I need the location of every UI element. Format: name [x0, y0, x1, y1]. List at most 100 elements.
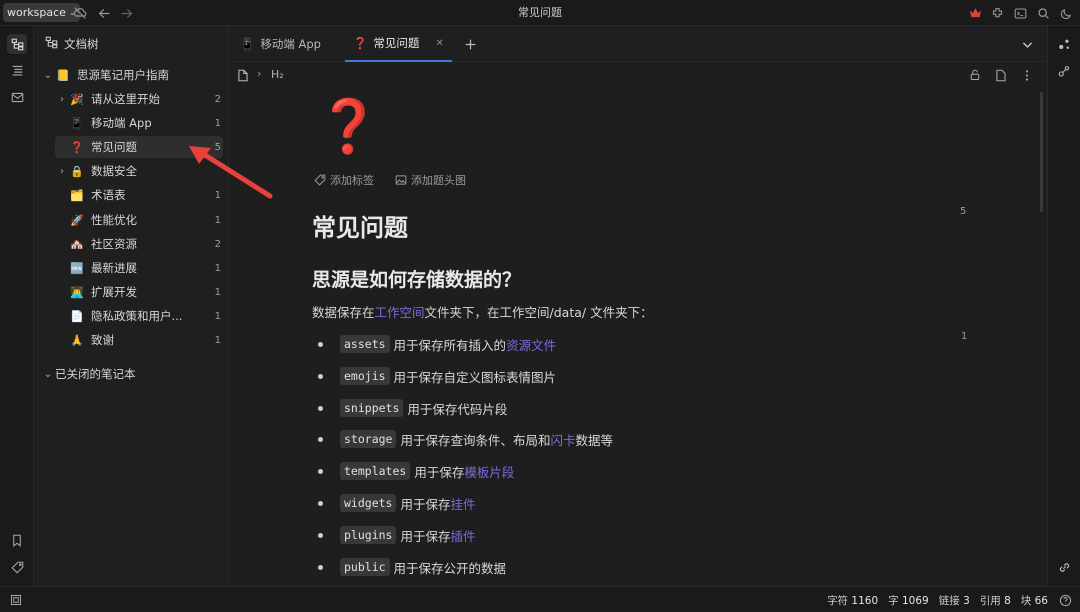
doc-info-icon[interactable]	[992, 66, 1010, 84]
forward-arrow-icon[interactable]	[117, 4, 135, 22]
tree-item-label: 最新进展	[91, 261, 137, 275]
dock-toggle-icon[interactable]	[7, 591, 25, 609]
stat-chars: 字符 1160	[827, 594, 879, 607]
list-link[interactable]: 资源文件	[506, 335, 556, 354]
list-link[interactable]: 闪卡	[550, 430, 575, 449]
tree-item-faq[interactable]: ❓ 常见问题 5	[55, 136, 223, 158]
bookmark-icon[interactable]	[7, 530, 27, 550]
chevron-down-icon[interactable]: ⌄	[41, 369, 55, 380]
ref-count-badge[interactable]: 1	[961, 331, 967, 342]
bullet[interactable]	[318, 468, 323, 474]
notebook-row[interactable]: ⌄ 📒 思源笔记用户指南	[41, 64, 223, 86]
list-item[interactable]: snippets 用于保存代码片段	[318, 397, 507, 419]
tree-item-latest[interactable]: 🆕 最新进展 1	[55, 257, 223, 279]
stat-blocks: 块 66	[1020, 594, 1048, 607]
bullet[interactable]	[318, 532, 323, 538]
list-text: 用于保存	[400, 496, 451, 512]
bullet[interactable]	[318, 341, 323, 347]
bullet[interactable]	[318, 500, 323, 506]
chevron-right-icon[interactable]: ›	[55, 94, 69, 105]
plugin-icon[interactable]	[988, 4, 1006, 22]
question-icon[interactable]: ❓	[316, 92, 381, 162]
chevron-down-icon[interactable]: ⌄	[41, 70, 55, 81]
workspace-link[interactable]: 工作空间	[375, 305, 425, 320]
closed-notebooks-row[interactable]: ⌄ 已关闭的笔记本	[41, 363, 223, 385]
add-tab-icon[interactable]	[461, 35, 479, 53]
tree-item-performance[interactable]: 🚀 性能优化 1	[55, 209, 223, 231]
tree-item-extension-dev[interactable]: 👨‍💻 扩展开发 1	[55, 281, 223, 303]
inbox-icon[interactable]	[7, 87, 27, 107]
doc-emoji-icon: 🆕	[70, 261, 84, 275]
crown-icon[interactable]	[966, 4, 984, 22]
bullet[interactable]	[318, 564, 323, 570]
theme-moon-icon[interactable]	[1057, 4, 1075, 22]
backlink-graph-icon[interactable]	[1054, 61, 1074, 81]
tree-item-label: 术语表	[91, 188, 126, 202]
list-item[interactable]: storage 用于保存查询条件、布局和 闪卡 数据等	[318, 428, 613, 450]
terminal-icon[interactable]	[1011, 4, 1029, 22]
add-tag-button[interactable]: 添加标签	[314, 172, 374, 188]
subdoc-count: 5	[214, 141, 221, 153]
link-icon[interactable]	[1054, 557, 1074, 577]
doc-emoji-icon: 📱	[70, 116, 84, 130]
document-title[interactable]: 常见问题	[312, 208, 408, 243]
list-item[interactable]: templates 用于保存 模板片段	[318, 460, 514, 482]
help-icon[interactable]	[1056, 591, 1074, 609]
outline-icon[interactable]	[7, 60, 27, 80]
list-text: 用于保存所有插入的	[393, 337, 507, 353]
top-bar: workspace ⌄ 常见问题	[0, 0, 1080, 26]
lock-icon[interactable]	[966, 66, 984, 84]
bullet[interactable]	[318, 373, 323, 379]
chevron-down-icon[interactable]	[1018, 35, 1036, 53]
list-link[interactable]: 挂件	[450, 494, 475, 513]
tab-faq[interactable]: ❓ 常见问题 ✕	[345, 26, 452, 62]
bullet[interactable]	[318, 405, 323, 411]
tab-mobile-app[interactable]: 📱 移动端 App	[236, 26, 325, 62]
document-icon[interactable]	[234, 66, 252, 84]
right-dock	[1047, 26, 1080, 586]
tree-item-thanks[interactable]: 🙏 致谢 1	[55, 329, 223, 351]
add-cover-button[interactable]: 添加题头图	[395, 172, 466, 188]
tree-item-community[interactable]: 🏘️ 社区资源 2	[55, 233, 223, 255]
list-item[interactable]: emojis 用于保存自定义图标表情图片	[318, 365, 556, 387]
list-link[interactable]: 插件	[450, 526, 475, 545]
list-tail: 数据等	[575, 432, 614, 448]
workspace-switcher[interactable]: workspace ⌄	[3, 3, 80, 22]
list-item[interactable]: widgets 用于保存 挂件	[318, 492, 476, 514]
subdoc-count: 1	[214, 117, 221, 129]
editor-scrollbar[interactable]	[1040, 92, 1043, 212]
editor[interactable]: ❓ 添加标签 添加题头图 常见问题 5 思源是如何存储数据的？ 数据保存在工作空…	[230, 88, 1046, 586]
heading-2[interactable]: 思源是如何存储数据的？	[312, 265, 521, 292]
list-item[interactable]: plugins 用于保存 插件	[318, 524, 476, 546]
tag-icon	[314, 174, 326, 186]
tree-item-mobile-app[interactable]: 📱 移动端 App 1	[55, 112, 223, 134]
tree-item-label: 移动端 App	[91, 116, 152, 130]
tree-item-start-here[interactable]: › 🎉 请从这里开始 2	[55, 88, 223, 110]
list-item[interactable]: assets 用于保存所有插入的 资源文件	[318, 333, 556, 355]
tree-item-glossary[interactable]: 🗂️ 术语表 1	[55, 184, 223, 206]
sync-cloud-icon[interactable]	[71, 4, 89, 22]
inline-code: public	[340, 558, 390, 576]
inline-code: templates	[340, 462, 411, 480]
list-item[interactable]: public 用于保存公开的数据	[318, 556, 506, 578]
ref-count-badge[interactable]: 5	[960, 206, 966, 217]
tree-item-data-security[interactable]: › 🔒 数据安全	[55, 160, 223, 182]
search-icon[interactable]	[1034, 4, 1052, 22]
paragraph[interactable]: 数据保存在工作空间文件夹下，在工作空间/data/ 文件夹下：	[312, 302, 653, 321]
list-text: 用于保存查询条件、布局和	[400, 432, 551, 448]
list-link[interactable]: 模板片段	[464, 462, 514, 481]
back-arrow-icon[interactable]	[95, 4, 113, 22]
add-tag-label: 添加标签	[330, 174, 374, 187]
tab-label: 常见问题	[373, 36, 420, 50]
closed-notebooks-label: 已关闭的笔记本	[55, 367, 136, 381]
file-tree-icon[interactable]	[7, 34, 27, 54]
graph-icon[interactable]	[1054, 34, 1074, 54]
more-icon[interactable]	[1018, 66, 1036, 84]
bullet[interactable]	[318, 436, 323, 442]
tree-item-privacy[interactable]: 📄 隐私政策和用户... 1	[55, 305, 223, 327]
tag-icon[interactable]	[7, 557, 27, 577]
breadcrumb-heading[interactable]: H₂	[271, 68, 284, 81]
chevron-right-icon[interactable]: ›	[55, 166, 69, 177]
close-icon[interactable]: ✕	[435, 38, 443, 49]
tab-bar: 📱 移动端 App ❓ 常见问题 ✕	[230, 26, 1046, 62]
